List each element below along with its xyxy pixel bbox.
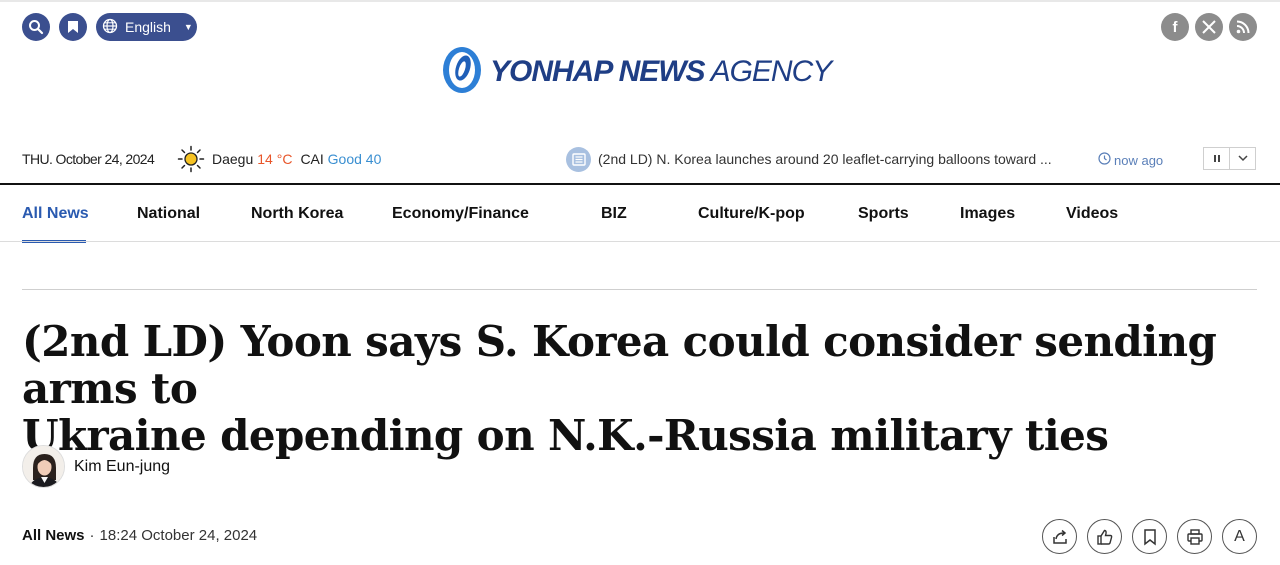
nav-all-news[interactable]: All News — [22, 205, 89, 223]
article-top-divider — [22, 289, 1257, 290]
nav-national[interactable]: National — [137, 205, 200, 223]
ticker-headline[interactable]: (2nd LD) N. Korea launches around 20 lea… — [598, 151, 1088, 167]
font-size-icon[interactable]: A — [1222, 519, 1257, 554]
sun-icon — [177, 145, 205, 176]
share-icon[interactable] — [1042, 519, 1077, 554]
like-icon[interactable] — [1087, 519, 1122, 554]
caret-down-icon: ▼ — [183, 22, 193, 32]
nav-images[interactable]: Images — [960, 205, 1015, 223]
article-meta: All News · 18:24 October 24, 2024 — [22, 527, 257, 544]
font-size-label: A — [1234, 527, 1245, 545]
article-datetime: 18:24 October 24, 2024 — [99, 527, 258, 544]
ticker-time-text: now ago — [1114, 152, 1164, 168]
info-bar: THU. October 24, 2024 Daegu 14 °C CAI Good… — [0, 144, 1280, 176]
nav-bottom-divider — [0, 241, 1280, 242]
nav-culture-kpop[interactable]: Culture/K-pop — [698, 205, 805, 223]
article-headline: (2nd LD) Yoon says S. Korea could consid… — [22, 318, 1262, 459]
author-name[interactable]: Kim Eun-jung — [74, 458, 170, 476]
facebook-icon[interactable]: f — [1161, 13, 1189, 41]
nav-sports[interactable]: Sports — [858, 205, 909, 223]
logo-sub: AGENCY — [710, 55, 833, 88]
rss-icon[interactable] — [1229, 13, 1257, 41]
cai-value: Good 40 — [327, 151, 382, 167]
nav-economy-finance[interactable]: Economy/Finance — [392, 205, 529, 223]
weather-temp: 14 °C — [257, 151, 293, 167]
author-avatar[interactable] — [22, 445, 65, 488]
headline-line-1: (2nd LD) Yoon says S. Korea could consid… — [22, 317, 1217, 413]
pause-icon[interactable] — [1203, 147, 1230, 170]
nav-biz[interactable]: BIZ — [601, 205, 627, 223]
clock-icon — [1098, 152, 1111, 168]
news-ticker-icon — [566, 147, 591, 172]
chevron-down-icon[interactable] — [1229, 147, 1256, 170]
meta-separator: · — [89, 527, 95, 544]
bookmark-icon[interactable] — [59, 13, 87, 41]
article-category[interactable]: All News — [22, 527, 85, 544]
weather-info: Daegu 14 °C CAI Good 40 — [212, 151, 381, 167]
print-icon[interactable] — [1177, 519, 1212, 554]
top-border — [0, 0, 1280, 2]
logo-main: YONHAP NEWS — [490, 55, 706, 88]
language-label: English — [125, 19, 171, 35]
ticker-timestamp: now ago — [1098, 152, 1163, 168]
language-selector[interactable]: English ▼ — [96, 13, 197, 41]
nav-north-korea[interactable]: North Korea — [251, 205, 343, 223]
logo-wordmark: YONHAP NEWS AGENCY — [490, 55, 833, 89]
current-date: THU. October 24, 2024 — [22, 151, 155, 167]
yonhap-logo-icon — [440, 45, 484, 100]
search-icon[interactable] — [22, 13, 50, 41]
weather-city: Daegu — [212, 151, 254, 167]
nav-videos[interactable]: Videos — [1066, 205, 1118, 223]
main-navigation: All News National North Korea Economy/Fi… — [0, 185, 1280, 243]
globe-icon — [102, 18, 118, 37]
site-logo[interactable]: YONHAP NEWS AGENCY — [440, 44, 833, 100]
bookmark-icon[interactable] — [1132, 519, 1167, 554]
cai-label: CAI — [300, 151, 324, 167]
x-icon[interactable] — [1195, 13, 1223, 41]
headline-line-2: Ukraine depending on N.K.-Russia militar… — [22, 411, 1109, 460]
